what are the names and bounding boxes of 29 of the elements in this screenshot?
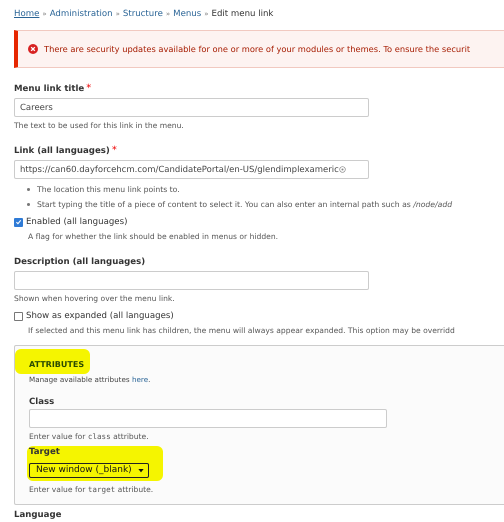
checkbox-label[interactable]: Show as expanded (all languages) bbox=[26, 311, 174, 321]
target-dropdown[interactable]: New window (_blank) bbox=[29, 462, 149, 478]
caret-icon bbox=[138, 468, 144, 472]
required-mark: * bbox=[86, 84, 92, 94]
breadcrumb-link[interactable]: Administration bbox=[50, 9, 113, 19]
autocomplete-icon bbox=[338, 166, 346, 173]
field-label: Language bbox=[14, 510, 62, 520]
message-text: There are security updates available for one or more of your modules or themes. To ensure the securit bbox=[44, 44, 470, 54]
field-label: Class bbox=[29, 397, 56, 407]
required-mark: * bbox=[112, 146, 117, 156]
bullet-icon bbox=[27, 203, 30, 206]
text-input[interactable] bbox=[29, 409, 387, 428]
checkbox-label[interactable]: Enabled (all languages) bbox=[26, 217, 128, 227]
bullet-icon bbox=[27, 188, 30, 191]
field-label: Description (all languages) bbox=[14, 257, 146, 267]
breadcrumb-link[interactable]: Structure bbox=[122, 9, 163, 19]
breadcrumb-current: Edit menu link bbox=[212, 9, 274, 19]
link-input[interactable]: https://can60.dayforcehcm.com/CandidatePortal/en-US/glendimplexameric bbox=[14, 160, 369, 179]
text-input[interactable] bbox=[14, 271, 369, 290]
text-input[interactable]: Careers bbox=[14, 98, 369, 117]
field-label: Link (all languages) bbox=[14, 146, 110, 156]
section-title: ATTRIBUTES bbox=[29, 360, 84, 368]
checkbox[interactable] bbox=[14, 218, 23, 226]
field-label: Menu link title bbox=[14, 84, 84, 94]
breadcrumb-link[interactable]: Menus bbox=[173, 9, 202, 19]
field-label: Target bbox=[29, 447, 61, 457]
breadcrumb-link[interactable]: Home bbox=[14, 9, 40, 19]
error-icon bbox=[28, 44, 38, 54]
checkbox[interactable] bbox=[14, 312, 23, 320]
